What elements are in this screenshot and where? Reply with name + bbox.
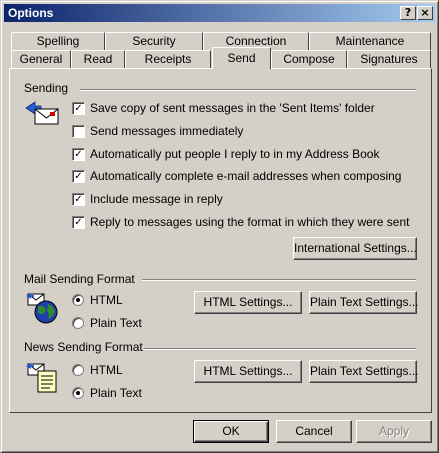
options-dialog: Options ? × Spelling Security Connection… [0,0,439,453]
mail-html-settings-button[interactable]: HTML Settings... [194,291,302,314]
mail-format-group-label: Mail Sending Format [24,272,135,286]
tab-compose[interactable]: Compose [271,50,347,68]
mail-html-label: HTML [90,293,123,307]
ok-button[interactable]: OK [193,420,269,443]
news-document-icon [26,363,57,393]
tab-read[interactable]: Read [71,50,125,68]
auto-complete-checkbox[interactable]: ✓ [72,170,85,183]
tab-signatures[interactable]: Signatures [347,50,431,68]
news-plain-text-label: Plain Text [90,386,142,400]
envelope-send-icon [25,101,59,125]
news-format-group-label: News Sending Format [24,340,143,354]
cancel-button[interactable]: Cancel [276,420,352,443]
auto-complete-label: Automatically complete e-mail addresses … [90,169,402,183]
sending-divider [80,89,416,91]
send-immediately-label: Send messages immediately [90,124,244,138]
save-copy-checkbox[interactable]: ✓ [72,102,85,115]
mail-plain-text-settings-button[interactable]: Plain Text Settings... [309,291,419,314]
send-immediately-checkbox[interactable] [72,125,85,138]
tab-send[interactable]: Send [212,47,271,69]
help-button[interactable]: ? [400,6,416,20]
sending-group-label: Sending [24,81,69,95]
auto-address-book-label: Automatically put people I reply to in m… [90,147,380,161]
include-message-label: Include message in reply [90,192,223,206]
international-settings-button[interactable]: International Settings... [293,237,417,260]
mail-plain-text-radio[interactable] [72,317,84,329]
tab-receipts[interactable]: Receipts [125,50,211,68]
include-message-checkbox[interactable]: ✓ [72,193,85,206]
tab-security[interactable]: Security [105,32,203,50]
title-bar[interactable]: Options ? × [4,4,435,22]
mail-plain-text-label: Plain Text [90,316,142,330]
tab-maintenance[interactable]: Maintenance [309,32,431,50]
apply-button[interactable]: Apply [356,420,432,443]
mail-html-radio[interactable] [72,294,84,306]
news-html-label: HTML [90,363,123,377]
globe-mail-icon [26,293,58,324]
close-button[interactable]: × [417,6,433,20]
news-plain-text-settings-button[interactable]: Plain Text Settings... [309,360,419,383]
window-title: Options [8,6,54,20]
reply-format-label: Reply to messages using the format in wh… [90,215,410,229]
mail-format-divider [142,279,416,281]
save-copy-label: Save copy of sent messages in the 'Sent … [90,101,375,115]
news-html-radio[interactable] [72,364,84,376]
reply-format-checkbox[interactable]: ✓ [72,216,85,229]
apply-button-label: Apply [378,424,410,438]
tab-general[interactable]: General [11,50,71,68]
news-plain-text-radio[interactable] [72,387,84,399]
news-html-settings-button[interactable]: HTML Settings... [194,360,302,383]
tab-spelling[interactable]: Spelling [11,32,105,50]
auto-address-book-checkbox[interactable]: ✓ [72,148,85,161]
send-tab-panel: Sending ✓ Save copy of sent messages in … [9,68,432,413]
news-format-divider [144,348,416,350]
